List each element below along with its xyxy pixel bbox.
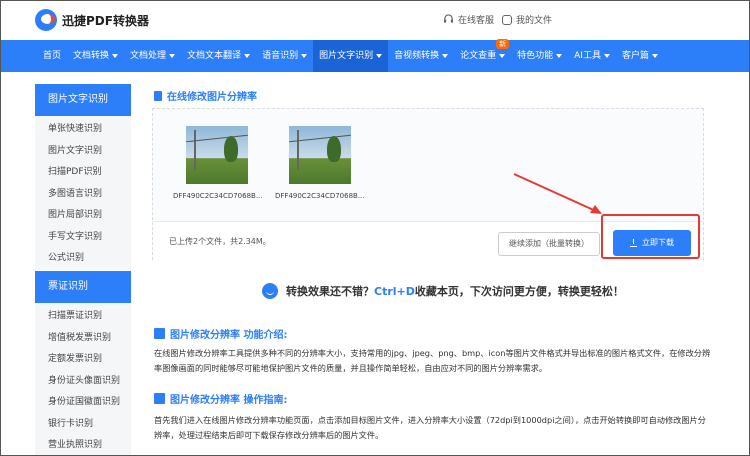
chevron-down-icon [376,54,383,58]
sidebar-item[interactable]: 营业执照识别 [35,435,131,456]
intro-heading: 图片修改分辨率 功能介绍: [154,326,287,341]
sidebar-item[interactable]: 公式识别 [35,248,131,270]
my-files-link[interactable]: 我的文件 [502,13,552,26]
sidebar-group-image-ocr[interactable]: 图片文字识别 [35,84,131,116]
section-title-text: 在线修改图片分辨率 [167,92,257,103]
online-service-link[interactable]: 在线客服 [443,13,494,26]
document-icon [502,14,512,25]
chevron-down-icon [244,54,251,58]
sidebar-group-ticket-ocr[interactable]: 票证识别 [35,271,131,303]
nav-label: AI工具 [574,51,601,61]
smiley-icon [262,283,278,299]
thumbnail-pole [297,130,299,170]
brand-name[interactable]: 迅捷PDF转换器 [62,12,149,29]
nav-label: 首页 [43,51,62,61]
sidebar-item[interactable]: 多图语言识别 [35,184,131,206]
nav-label: 特色功能 [517,51,554,61]
nav-label: 文档处理 [130,51,167,61]
file-thumbnail[interactable] [186,126,248,184]
tip-prefix: 转换效果还不错？ [286,285,374,298]
chevron-down-icon [301,54,308,58]
nav-item-speech[interactable]: 语音识别 [256,40,313,72]
nav-item-av-convert[interactable]: 音视频转换 [388,40,454,72]
file-thumbnail[interactable] [289,126,351,184]
sidebar-item[interactable]: 身份证头像面识别 [35,371,131,393]
chevron-down-icon [651,54,658,58]
nav-label: 论文查重 [460,51,497,61]
nav-item-paper-check[interactable]: 论文查重 新 [454,39,511,72]
document-icon [154,90,162,101]
sidebar-item[interactable]: 单张快速识别 [35,119,131,141]
my-files-label: 我的文件 [516,16,553,26]
sidebar-list-ticket-ocr: 扫描票证识别 增值税发票识别 定额发票识别 身份证头像面识别 身份证国徽面识别 … [35,303,131,456]
guide-heading-text: 图片修改分辨率 操作指南: [170,395,288,406]
nav-label: 文档转换 [73,51,110,61]
section-title: 在线修改图片分辨率 [154,88,257,103]
nav-item-image-ocr[interactable]: 图片文字识别 [313,40,389,72]
document-icon [154,328,165,339]
nav-item-clients[interactable]: 客户篇 [616,40,664,72]
chevron-down-icon [442,54,449,58]
nav-label: 图片文字识别 [319,51,374,61]
sidebar-item[interactable]: 银行卡识别 [35,414,131,436]
nav-label: 语音识别 [262,51,299,61]
sidebar-list-image-ocr: 单张快速识别 图片文字识别 扫描PDF识别 多图语言识别 图片局部识别 手写文字… [35,116,131,270]
main-nav: 首页 文档转换 文档处理 文档文本翻译 语音识别 图片文字识别 音视频转换 论文… [0,39,750,72]
document-icon [154,393,165,404]
sidebar-item[interactable]: 身份证国徽面识别 [35,392,131,414]
sidebar-item[interactable]: 增值税发票识别 [35,328,131,350]
chevron-down-icon [169,54,176,58]
tip-shortcut: Ctrl+D [374,285,415,298]
online-service-label: 在线客服 [458,16,495,26]
thumbnail-pole [194,130,196,170]
sidebar-item[interactable]: 手写文字识别 [35,227,131,249]
nav-item-home[interactable]: 首页 [37,40,67,72]
nav-item-doc-convert[interactable]: 文档转换 [67,40,124,72]
chevron-down-icon [112,54,119,58]
file-name: DFF490C2C34CD7068B... [275,192,365,200]
brand-logo-icon[interactable] [35,9,57,31]
annotation-arrow-icon [513,173,602,214]
nav-item-doc-process[interactable]: 文档处理 [124,40,181,72]
headset-icon [443,14,454,23]
tip-suffix: 收藏本页，下次访问更方便，转换更轻松！ [414,285,624,298]
nav-item-doc-translate[interactable]: 文档文本翻译 [181,40,256,72]
add-more-button[interactable]: 继续添加（批量转换） [498,232,600,256]
nav-label: 客户篇 [621,51,649,61]
sidebar-item[interactable]: 图片局部识别 [35,205,131,227]
nav-label: 音视频转换 [394,51,440,61]
bookmark-tip: 转换效果还不错？Ctrl+D收藏本页，下次访问更方便，转换更轻松！ [262,283,624,299]
nav-item-features[interactable]: 特色功能 [511,40,568,72]
guide-paragraph: 首先我们进入在线图片修改分辨率功能页面，点击添加目标图片文件，进入分辨率大小设置… [154,415,706,440]
thumbnail-tree [327,136,341,162]
thumbnail-tree [224,136,238,162]
highlight-box [601,214,700,259]
tip-text: 转换效果还不错？Ctrl+D收藏本页，下次访问更方便，转换更轻松！ [286,283,624,299]
new-badge: 新 [496,39,510,49]
sidebar-item[interactable]: 扫描PDF识别 [35,162,131,184]
nav-item-ai-tools[interactable]: AI工具 [568,40,616,72]
guide-heading: 图片修改分辨率 操作指南: [154,391,287,406]
intro-heading-text: 图片修改分辨率 功能介绍: [170,330,288,341]
sidebar-item[interactable]: 扫描票证识别 [35,306,131,328]
chevron-down-icon [603,54,610,58]
intro-paragraph: 在线图片修改分辨率工具提供多种不同的分辨率大小，支持常用的jpg、jpeg、pn… [154,348,711,373]
file-name: DFF490C2C34CD7068B... [173,192,263,200]
nav-label: 文档文本翻译 [187,51,242,61]
sidebar-item[interactable]: 定额发票识别 [35,349,131,371]
chevron-down-icon [556,54,563,58]
chevron-down-icon [499,54,506,58]
upload-status: 已上传2个文件，共2.34M。 [169,237,271,246]
top-header: 迅捷PDF转换器 在线客服 我的文件 [0,0,750,40]
sidebar-item[interactable]: 图片文字识别 [35,141,131,163]
